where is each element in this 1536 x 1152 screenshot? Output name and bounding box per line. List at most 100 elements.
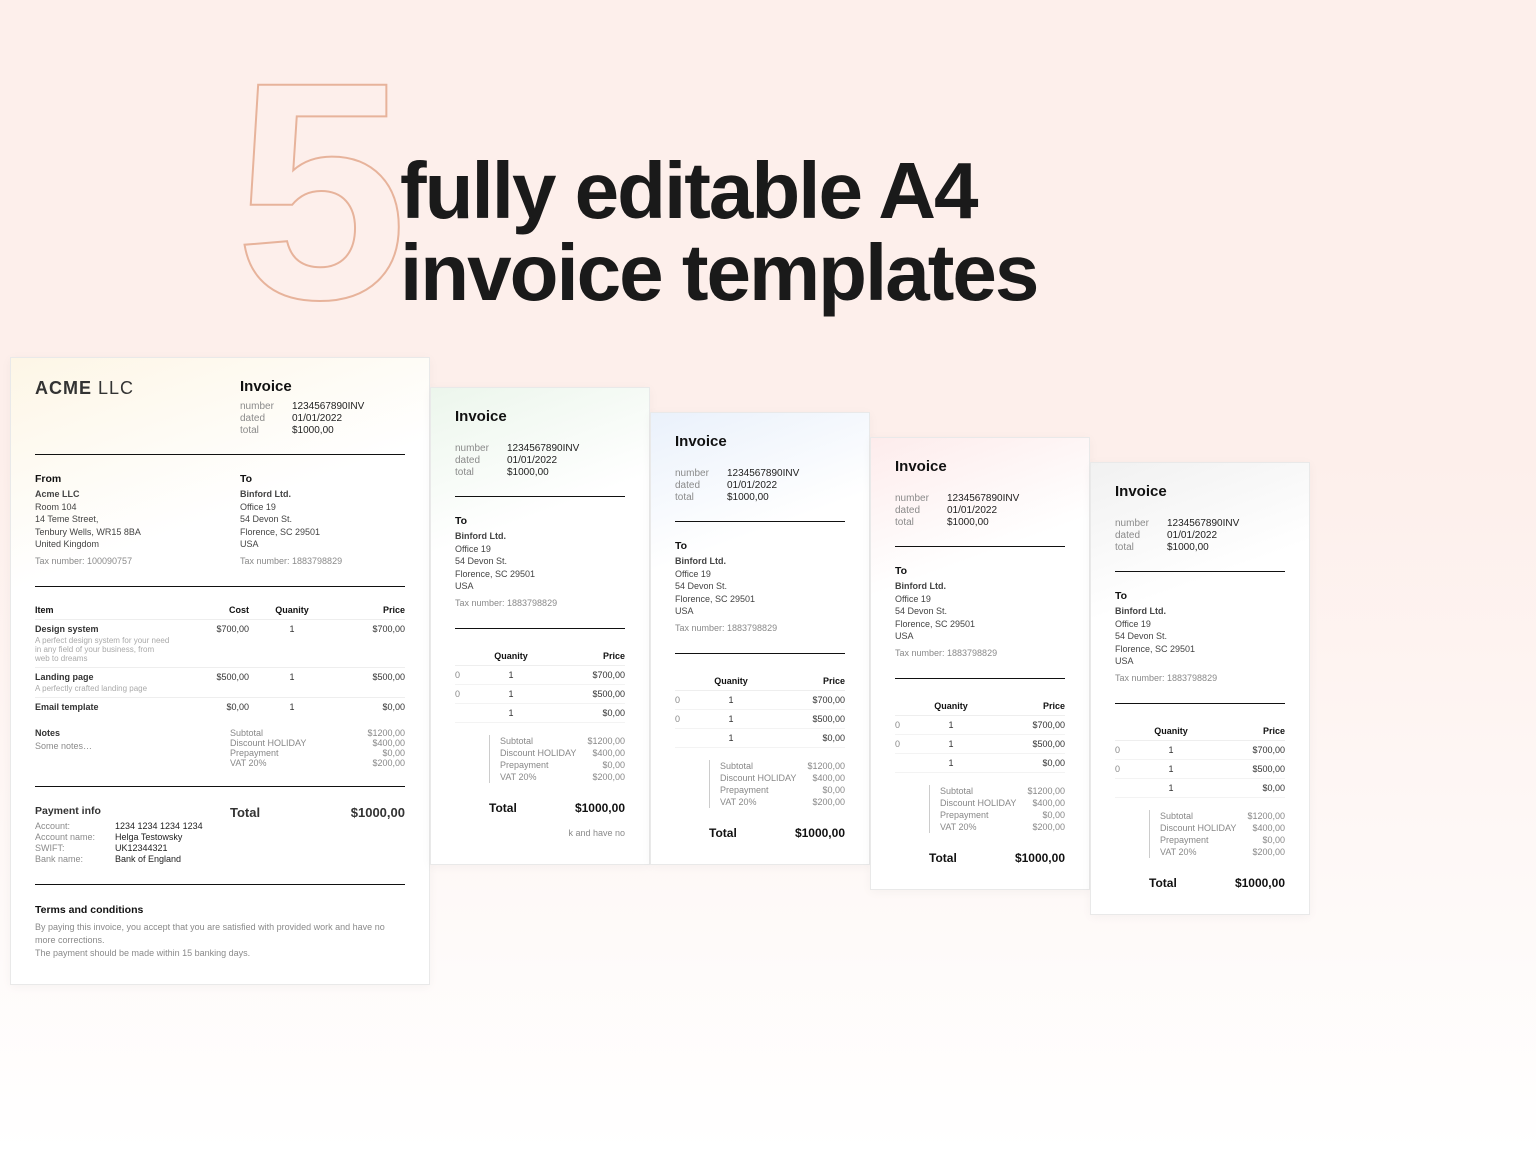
c4-sd-l: Discount (940, 798, 975, 808)
to-tax: Tax number: 1883798829 (240, 555, 405, 568)
c2-t: $1000,00 (507, 467, 625, 478)
c4-title: Invoice (895, 458, 1065, 475)
rule (35, 786, 405, 787)
item-row: Landing page A perfectly crafted landing… (35, 667, 405, 697)
from-l4: United Kingdom (35, 538, 200, 551)
c5-meta: number1234567890INV dated01/01/2022 tota… (1115, 518, 1285, 553)
c2-sv-r: 20% (519, 772, 537, 782)
v-acc: 1234 1234 1234 1234 (115, 821, 210, 831)
rule (675, 521, 845, 522)
c2-n: 1234567890INV (507, 443, 625, 454)
i0-cost: $700,00 (179, 624, 249, 634)
i2-name: Email template (35, 702, 171, 712)
c5-ss-l: Subtotal (1160, 811, 1193, 821)
c4-r0p: $700,00 (989, 720, 1065, 730)
c5-sd-c: HOLIDAY (1198, 823, 1237, 833)
c3-r1z: 0 (675, 714, 693, 724)
c3-sv-v: $200,00 (812, 797, 845, 807)
c2-r0z: 0 (455, 670, 473, 680)
sums: Subtotal$1200,00 Discount HOLIDAY$400,00… (230, 728, 405, 768)
c3-dl: dated (675, 480, 727, 491)
c4-sp-v: $0,00 (1042, 810, 1065, 820)
c3-hp: Price (769, 676, 845, 686)
c3-sv-l: VAT (720, 797, 736, 807)
c3-tot-l: Total (709, 826, 737, 840)
c2-sd-l: Discount (500, 748, 535, 758)
c2-to: To Binford Ltd. Office 19 54 Devon St. F… (455, 515, 625, 610)
hero-big-number: 5 (235, 75, 395, 308)
c2-tl: total (455, 467, 507, 478)
to-l3: Florence, SC 29501 (240, 526, 405, 539)
to-l4: USA (240, 538, 405, 551)
c5-r1p: $500,00 (1209, 764, 1285, 774)
invoice-card-1: ACME LLC Invoice number1234567890INV dat… (10, 357, 430, 985)
c3-to4: USA (675, 605, 845, 618)
c3-t: $1000,00 (727, 492, 845, 503)
hero-line2: invoice templates (400, 232, 1037, 314)
c2-meta: number1234567890INV dated01/01/2022 tota… (455, 443, 625, 478)
c4-to3: Florence, SC 29501 (895, 618, 1065, 631)
c5-sp-v: $0,00 (1262, 835, 1285, 845)
c2-title: Invoice (455, 408, 625, 425)
c3-sv-r: 20% (739, 797, 757, 807)
c2-frag: k and have no (455, 827, 625, 840)
c2-ss-v: $1200,00 (587, 736, 625, 746)
c5-dl: dated (1115, 530, 1167, 541)
rule (35, 884, 405, 885)
v-an: Helga Testowsky (115, 832, 210, 842)
k-acc: Account: (35, 821, 115, 831)
c5-to2: 54 Devon St. (1115, 630, 1285, 643)
meta-number-label: number (240, 401, 292, 412)
c3-to1: Office 19 (675, 568, 845, 581)
s-vat-l: VAT (230, 758, 246, 768)
notes-label: Notes (35, 728, 210, 738)
s-vat-r: 20% (249, 758, 267, 768)
c2-tot-l: Total (489, 801, 517, 815)
invoice-card-5: Invoice number1234567890INV dated01/01/2… (1090, 462, 1310, 915)
c5-r1z: 0 (1115, 764, 1133, 774)
c4-sums: Subtotal$1200,00 Discount HOLIDAY$400,00… (929, 785, 1065, 833)
c4-sp-l: Prepayment (940, 810, 989, 820)
i1-qty: 1 (257, 672, 327, 682)
c3-total: Total $1000,00 (709, 820, 845, 840)
c5-n: 1234567890INV (1167, 518, 1285, 529)
c5-table: QuanityPrice 01$700,00 01$500,00 1$0,00 (1115, 722, 1285, 798)
c5-hp: Price (1209, 726, 1285, 736)
c2-sd-v: $400,00 (592, 748, 625, 758)
c5-to4: USA (1115, 655, 1285, 668)
c3-to2: 54 Devon St. (675, 580, 845, 593)
k-sw: SWIFT: (35, 843, 115, 853)
c2-sums: Subtotal$1200,00 Discount HOLIDAY$400,00… (489, 735, 625, 783)
c2-sv-l: VAT (500, 772, 516, 782)
terms-l1: By paying this invoice, you accept that … (35, 921, 405, 947)
c5-sd-l: Discount (1160, 823, 1195, 833)
c5-to1: Office 19 (1115, 618, 1285, 631)
to-l2: 54 Devon St. (240, 513, 405, 526)
c2-sp-l: Prepayment (500, 760, 549, 770)
pay-label: Payment info (35, 805, 210, 817)
c5-to-name: Binford Ltd. (1115, 606, 1166, 616)
c4-to1: Office 19 (895, 593, 1065, 606)
s-dis-l: Discount (230, 738, 265, 748)
c2-r2q: 1 (473, 708, 549, 718)
c4-sd-c: HOLIDAY (978, 798, 1017, 808)
c4-to2: 54 Devon St. (895, 605, 1065, 618)
c3-tl: total (675, 492, 727, 503)
c2-d: 01/01/2022 (507, 455, 625, 466)
from-to: From Acme LLC Room 104 14 Teme Street, T… (35, 473, 405, 568)
col-qty: Quanity (257, 605, 327, 615)
c5-sv-l: VAT (1160, 847, 1176, 857)
c2-r0q: 1 (473, 670, 549, 680)
i0-qty: 1 (257, 624, 327, 634)
invoice-card-4: Invoice number1234567890INV dated01/01/2… (870, 437, 1090, 890)
c5-tot-l: Total (1149, 876, 1177, 890)
hero-line1: fully editable A4 (400, 150, 1037, 232)
brand: ACME LLC (35, 378, 200, 399)
c4-r1q: 1 (913, 739, 989, 749)
c3-r2p: $0,00 (769, 733, 845, 743)
c3-hq: Quanity (693, 676, 769, 686)
c4-t: $1000,00 (947, 517, 1065, 528)
c3-ss-v: $1200,00 (807, 761, 845, 771)
c3-sp-v: $0,00 (822, 785, 845, 795)
c5-to-tax: Tax number: 1883798829 (1115, 672, 1285, 685)
